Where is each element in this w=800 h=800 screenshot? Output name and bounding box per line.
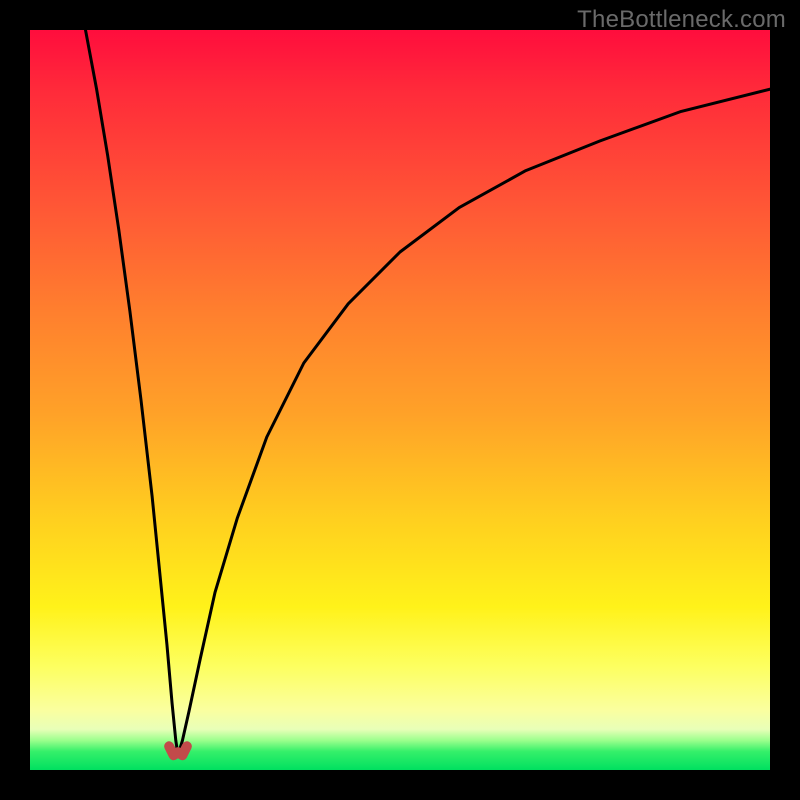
- series-minimum-notch: [169, 746, 187, 755]
- curve-layer: [30, 30, 770, 770]
- plot-area: [30, 30, 770, 770]
- watermark-text: TheBottleneck.com: [577, 6, 786, 34]
- series-right-branch: [178, 89, 770, 755]
- chart-frame: TheBottleneck.com: [0, 0, 800, 800]
- series-left-branch: [86, 30, 179, 755]
